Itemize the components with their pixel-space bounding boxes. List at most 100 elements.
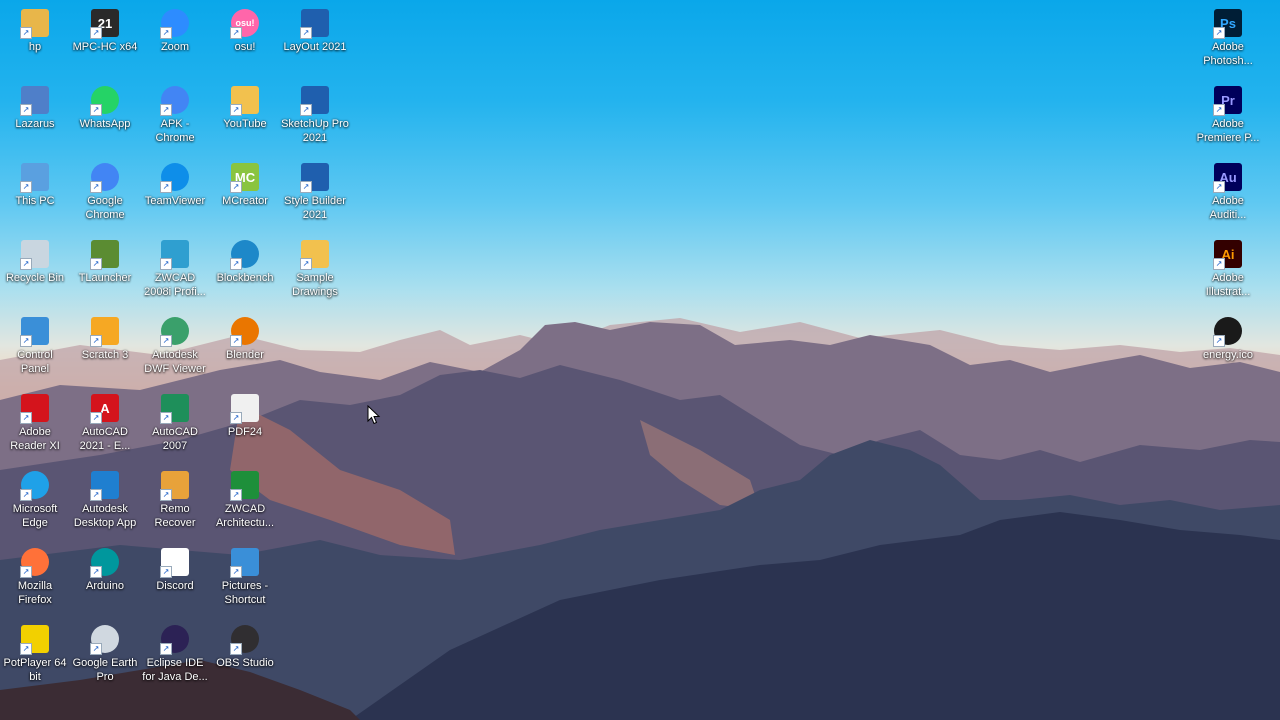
desktop-icon-label: OBS Studio	[216, 657, 274, 669]
desktop-icon-label: Remo Recover	[154, 503, 196, 529]
desktop-icon-apk-chrome[interactable]: ↗ APK - Chrome	[140, 81, 210, 155]
obs-icon: ↗	[230, 624, 260, 655]
desktop-icon-remo-recover[interactable]: ↗ Remo Recover	[140, 466, 210, 540]
shortcut-arrow-icon: ↗	[230, 335, 242, 347]
desktop-icon-adobe-illustrator[interactable]: Ai ↗ Adobe Illustrat...	[1193, 235, 1263, 309]
desktop-icon-autocad-2021[interactable]: A ↗ AutoCAD 2021 - E...	[70, 389, 140, 463]
desktop-icon-label: MCreator	[222, 195, 268, 207]
desktop-icon-label: LayOut 2021	[283, 41, 347, 53]
desktop-icon-label: Adobe Photosh...	[1203, 41, 1253, 67]
desktop-icon-style-builder-2021[interactable]: ↗ Style Builder 2021	[280, 158, 350, 232]
shortcut-arrow-icon: ↗	[160, 566, 172, 578]
desktop-icon-whatsapp[interactable]: ↗ WhatsApp	[70, 81, 140, 155]
shortcut-arrow-icon: ↗	[230, 643, 242, 655]
desktop-icon-label: TeamViewer	[144, 195, 206, 207]
desktop-icon-label: Recycle Bin	[5, 272, 65, 284]
desktop-icon-osu[interactable]: osu! ↗ osu!	[210, 4, 280, 78]
shortcut-arrow-icon: ↗	[90, 258, 102, 270]
desktop-icon-energy-ico[interactable]: ↗ energy.ico	[1193, 312, 1263, 386]
desktop-icon-adobe-premiere[interactable]: Pr ↗ Adobe Premiere P...	[1193, 81, 1263, 155]
desktop-icon-mpc-hc-x64[interactable]: 21 ↗ MPC-HC x64	[70, 4, 140, 78]
shortcut-arrow-icon: ↗	[20, 104, 32, 116]
shortcut-arrow-icon: ↗	[20, 566, 32, 578]
blender-icon: ↗	[230, 316, 260, 347]
premiere-icon: Pr ↗	[1213, 85, 1243, 116]
desktop-icon-zwcad-architecture[interactable]: ↗ ZWCAD Architectu...	[210, 466, 280, 540]
desktop-icon-hp[interactable]: ↗ hp	[0, 4, 70, 78]
desktop-icon-adobe-photoshop[interactable]: Ps ↗ Adobe Photosh...	[1193, 4, 1263, 78]
desktop-icon-control-panel[interactable]: ↗ Control Panel	[0, 312, 70, 386]
desktop-icon-label: Google Earth Pro	[72, 657, 138, 683]
blockbench-icon: ↗	[230, 239, 260, 270]
shortcut-arrow-icon: ↗	[160, 335, 172, 347]
chrome-icon: ↗	[90, 162, 120, 193]
desktop-icon-label: PotPlayer 64 bit	[3, 657, 67, 683]
shortcut-arrow-icon: ↗	[230, 181, 242, 193]
desktop-icon-potplayer-64[interactable]: ↗ PotPlayer 64 bit	[0, 620, 70, 694]
desktop-icon-teamviewer[interactable]: ↗ TeamViewer	[140, 158, 210, 232]
desktop-icon-sketchup-pro-2021[interactable]: ↗ SketchUp Pro 2021	[280, 81, 350, 155]
shortcut-arrow-icon: ↗	[20, 412, 32, 424]
desktop-icon-scratch-3[interactable]: ↗ Scratch 3	[70, 312, 140, 386]
firefox-icon: ↗	[20, 547, 50, 578]
desktop-icon-label: This PC	[15, 195, 55, 207]
shortcut-arrow-icon: ↗	[90, 489, 102, 501]
desktop-icon-label: SketchUp Pro 2021	[281, 118, 349, 144]
shortcut-arrow-icon: ↗	[90, 335, 102, 347]
desktop-icon-blockbench[interactable]: ↗ Blockbench	[210, 235, 280, 309]
desktop-icon-adobe-reader-xi[interactable]: ↗ Adobe Reader XI	[0, 389, 70, 463]
desktop-icon-tlauncher[interactable]: ↗ TLauncher	[70, 235, 140, 309]
shortcut-arrow-icon: ↗	[230, 566, 242, 578]
desktop-icon-obs-studio[interactable]: ↗ OBS Studio	[210, 620, 280, 694]
pdf24-icon: ↗	[230, 393, 260, 424]
desktop-icon-label: Mozilla Firefox	[17, 580, 53, 606]
desktop-icon-label: Discord	[156, 580, 194, 592]
desktop-icon-label: YouTube	[223, 118, 267, 130]
shortcut-arrow-icon: ↗	[20, 27, 32, 39]
mouse-pointer-icon	[367, 405, 381, 425]
mcreator-icon: MC ↗	[230, 162, 260, 193]
desktop-icon-zoom[interactable]: ↗ Zoom	[140, 4, 210, 78]
shortcut-arrow-icon: ↗	[230, 104, 242, 116]
remo-icon: ↗	[160, 470, 190, 501]
desktop-icon-pictures-shortcut[interactable]: ↗ Pictures - Shortcut	[210, 543, 280, 617]
desktop-icon-google-chrome[interactable]: ↗ Google Chrome	[70, 158, 140, 232]
desktop-icon-zwcad-2008[interactable]: ↗ ZWCAD 2008i Profi...	[140, 235, 210, 309]
desktop-icon-label: WhatsApp	[79, 118, 131, 130]
desktop-icon-autodesk-desktop-app[interactable]: ↗ Autodesk Desktop App	[70, 466, 140, 540]
desktop-icon-adobe-audition[interactable]: Au ↗ Adobe Auditi...	[1193, 158, 1263, 232]
shortcut-arrow-icon: ↗	[300, 27, 312, 39]
desktop-icon-arduino[interactable]: ↗ Arduino	[70, 543, 140, 617]
shortcut-arrow-icon: ↗	[20, 335, 32, 347]
desktop-icon-microsoft-edge[interactable]: ↗ Microsoft Edge	[0, 466, 70, 540]
desktop-icon-blender[interactable]: ↗ Blender	[210, 312, 280, 386]
zwcad-arch-icon: ↗	[230, 470, 260, 501]
desktop-icon-label: Autodesk DWF Viewer	[144, 349, 206, 375]
desktop-icon-eclipse-ide[interactable]: ↗ Eclipse IDE for Java De...	[140, 620, 210, 694]
desktop-icon-autocad-2007[interactable]: ↗ AutoCAD 2007	[140, 389, 210, 463]
shortcut-arrow-icon: ↗	[1213, 181, 1225, 193]
desktop-icon-label: hp	[28, 41, 42, 53]
desktop[interactable]: ↗ hp 21 ↗ MPC-HC x64 ↗ Zoom osu! ↗ osu! ↗ LayOut 20…	[0, 0, 1280, 720]
desktop-icon-mozilla-firefox[interactable]: ↗ Mozilla Firefox	[0, 543, 70, 617]
desktop-icon-sample-drawings[interactable]: ↗ Sample Drawings	[280, 235, 350, 309]
desktop-icon-recycle-bin[interactable]: ↗ Recycle Bin	[0, 235, 70, 309]
shortcut-arrow-icon: ↗	[160, 258, 172, 270]
desktop-icon-this-pc[interactable]: ↗ This PC	[0, 158, 70, 232]
desktop-icon-label: Style Builder 2021	[284, 195, 346, 221]
desktop-icon-label: Adobe Auditi...	[1209, 195, 1247, 221]
layout-icon: ↗	[300, 8, 330, 39]
desktop-icon-google-earth-pro[interactable]: ↗ Google Earth Pro	[70, 620, 140, 694]
desktop-icon-youtube[interactable]: ↗ YouTube	[210, 81, 280, 155]
shortcut-arrow-icon: ↗	[230, 27, 242, 39]
shortcut-arrow-icon: ↗	[1213, 104, 1225, 116]
desktop-icon-autodesk-dwf-viewer[interactable]: ↗ Autodesk DWF Viewer	[140, 312, 210, 386]
desktop-icon-label: ZWCAD Architectu...	[215, 503, 275, 529]
desktop-icon-layout-2021[interactable]: ↗ LayOut 2021	[280, 4, 350, 78]
desktop-icon-pdf24[interactable]: ↗ PDF24	[210, 389, 280, 463]
autocad-icon: A ↗	[90, 393, 120, 424]
desktop-icon-mcreator[interactable]: MC ↗ MCreator	[210, 158, 280, 232]
desktop-icon-discord[interactable]: ↗ Discord	[140, 543, 210, 617]
desktop-icon-lazarus[interactable]: ↗ Lazarus	[0, 81, 70, 155]
autodesk-icon: ↗	[90, 470, 120, 501]
